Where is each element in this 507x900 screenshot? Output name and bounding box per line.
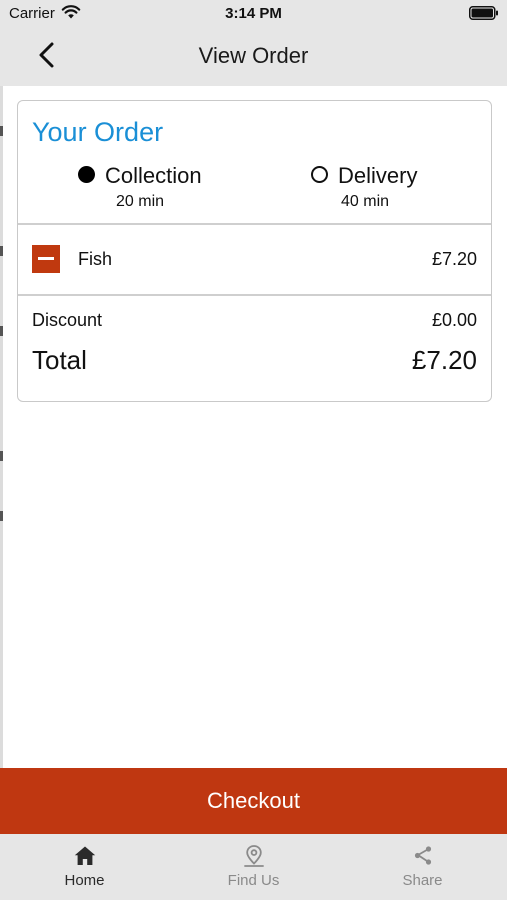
divider — [18, 223, 491, 225]
order-title: Your Order — [32, 117, 164, 147]
remove-item-button[interactable] — [32, 245, 60, 273]
location-pin-icon — [243, 845, 264, 867]
minus-icon — [38, 257, 54, 260]
tab-share-label: Share — [402, 872, 443, 889]
divider — [18, 294, 491, 296]
delivery-option[interactable]: Delivery 40 min — [311, 163, 418, 210]
background-page-mark — [0, 326, 3, 336]
background-page-mark — [0, 126, 3, 136]
background-page-mark — [0, 511, 3, 521]
battery-icon — [469, 6, 498, 20]
tab-find-us-label: Find Us — [227, 872, 280, 889]
collection-radio[interactable] — [78, 165, 95, 183]
tab-home[interactable]: Home — [0, 834, 169, 900]
status-bar: Carrier 3:14 PM — [0, 0, 507, 28]
discount-label: Discount — [32, 310, 103, 330]
order-item-price: £7.20 — [431, 249, 477, 269]
tab-find-us[interactable]: Find Us — [169, 834, 338, 900]
checkout-button[interactable]: Checkout — [0, 768, 507, 834]
background-page-edge — [0, 86, 3, 768]
background-page-mark — [0, 451, 3, 461]
nav-bar: View Order — [0, 28, 507, 86]
share-icon — [414, 846, 431, 865]
total-value: £7.20 — [411, 345, 477, 375]
tab-share[interactable]: Share — [338, 834, 507, 900]
collection-option[interactable]: Collection 20 min — [78, 163, 202, 210]
total-label: Total — [32, 345, 87, 375]
delivery-label: Delivery — [338, 163, 418, 188]
background-page-mark — [0, 246, 3, 256]
tab-home-label: Home — [64, 872, 105, 889]
tab-bar: Home Find Us Share — [0, 834, 507, 900]
collection-time: 20 min — [116, 193, 165, 210]
page-title: View Order — [198, 43, 309, 68]
delivery-time: 40 min — [341, 193, 390, 210]
discount-value: £0.00 — [431, 310, 477, 330]
delivery-radio[interactable] — [311, 165, 328, 183]
status-time: 3:14 PM — [225, 5, 282, 22]
home-icon — [74, 846, 95, 865]
collection-label: Collection — [105, 163, 202, 188]
order-item-name: Fish — [78, 249, 113, 269]
order-card: Your Order Collection 20 min Delivery 40… — [17, 100, 492, 402]
